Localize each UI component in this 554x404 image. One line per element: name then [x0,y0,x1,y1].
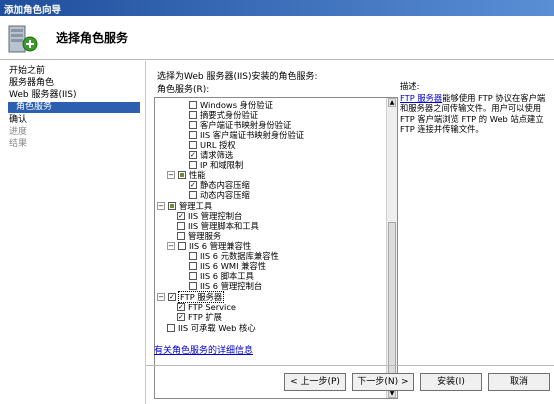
description-title: 描述: [400,81,420,91]
nav-item-web-server[interactable]: Web 服务器(IIS) [9,90,77,101]
tree-item-performance[interactable]: − 性能 [167,170,206,180]
checkbox[interactable] [178,171,186,179]
tree-scrollbar[interactable]: ▲ ▼ [386,98,397,398]
checkbox[interactable] [189,151,197,159]
wizard-nav: 开始之前 服务器角色 Web 服务器(IIS) 角色服务 确认 进度 结果 [0,61,146,404]
checkbox[interactable] [189,282,197,290]
checkbox[interactable] [189,262,197,270]
tree-item[interactable]: FTP Service [177,302,236,312]
tree-item[interactable]: FTP 扩展 [177,312,222,322]
tree-item-management-tools[interactable]: − 管理工具 [157,201,212,211]
tree-item[interactable]: IP 和域限制 [189,160,243,170]
tree-item-iis6-compat[interactable]: − IIS 6 管理兼容性 [167,241,251,251]
checkbox[interactable] [168,202,176,210]
tree-item[interactable]: URL 授权 [189,140,236,150]
page-title: 选择角色服务 [56,31,129,45]
checkbox[interactable] [167,324,175,332]
install-button[interactable]: 安装(I) [420,373,482,391]
tree-item[interactable]: IIS 6 管理控制台 [189,281,262,291]
checkbox[interactable] [168,293,176,301]
tree-item[interactable]: 客户端证书映射身份验证 [189,120,291,130]
checkbox[interactable] [189,121,197,129]
tree-item-ftp-server[interactable]: −FTP 服务器 [157,291,225,303]
tree-item[interactable]: IIS 6 元数据库兼容性 [189,251,279,261]
description-panel: 描述: FTP 服务器能够使用 FTP 协议在客户端和服务器之间传输文件。用户可… [400,81,550,135]
checkbox[interactable] [189,181,197,189]
description-link[interactable]: FTP 服务器 [400,93,442,103]
nav-item-confirmation[interactable]: 确认 [9,115,27,126]
checkbox[interactable] [189,161,197,169]
checkbox[interactable] [189,101,197,109]
checkbox[interactable] [177,212,185,220]
checkbox[interactable] [189,111,197,119]
checkbox[interactable] [177,303,185,311]
checkbox[interactable] [177,313,185,321]
nav-item-progress: 进度 [9,127,28,137]
tree-item[interactable]: IIS 客户端证书映射身份验证 [189,130,304,140]
tree-item[interactable]: 动态内容压缩 [189,190,250,200]
collapse-icon[interactable]: − [157,293,165,301]
checkbox[interactable] [189,141,197,149]
wizard-header: 选择角色服务 [0,16,554,60]
footer-divider [146,365,554,366]
scroll-thumb[interactable] [388,222,396,382]
scroll-up-icon[interactable]: ▲ [388,98,396,107]
nav-item-before-you-begin[interactable]: 开始之前 [9,66,45,77]
tree-item[interactable]: 静态内容压缩 [189,180,250,190]
tree-item[interactable]: Windows 身份验证 [189,100,273,110]
collapse-icon[interactable]: − [167,242,175,250]
tree-item[interactable]: 摘要式身份验证 [189,110,258,120]
collapse-icon[interactable]: − [157,202,165,210]
checkbox[interactable] [189,272,197,280]
role-services-label: 角色服务(R): [157,85,210,95]
server-role-icon [8,25,38,53]
prev-button[interactable]: < 上一步(P) [284,373,346,391]
next-button[interactable]: 下一步(N) > [352,373,414,391]
tree-item[interactable]: IIS 管理脚本和工具 [177,221,259,231]
wizard-content: 选择为Web 服务器(IIS)安装的角色服务: 角色服务(R): Windows… [146,61,554,404]
tree-item[interactable]: IIS 6 脚本工具 [189,271,254,281]
nav-item-role-services[interactable]: 角色服务 [8,102,140,113]
checkbox[interactable] [178,242,186,250]
tree-item[interactable]: IIS 6 WMI 兼容性 [189,261,266,271]
collapse-icon[interactable]: − [167,171,175,179]
prompt-text: 选择为Web 服务器(IIS)安装的角色服务: [157,72,318,82]
more-info-link[interactable]: 有关角色服务的详细信息 [154,343,253,356]
checkbox[interactable] [189,131,197,139]
checkbox[interactable] [189,252,197,260]
tree-item[interactable]: IIS 管理控制台 [177,211,242,221]
window-title: 添加角色向导 [0,0,554,16]
checkbox[interactable] [189,191,197,199]
tree-item[interactable]: 请求筛选 [189,150,233,160]
nav-item-results: 结果 [9,139,28,149]
tree-item[interactable]: IIS 可承载 Web 核心 [167,323,256,333]
nav-item-server-roles[interactable]: 服务器角色 [9,78,54,89]
checkbox[interactable] [177,222,185,230]
cancel-button[interactable]: 取消 [488,373,550,391]
tree-item[interactable]: 管理服务 [177,231,221,241]
checkbox[interactable] [177,232,185,240]
